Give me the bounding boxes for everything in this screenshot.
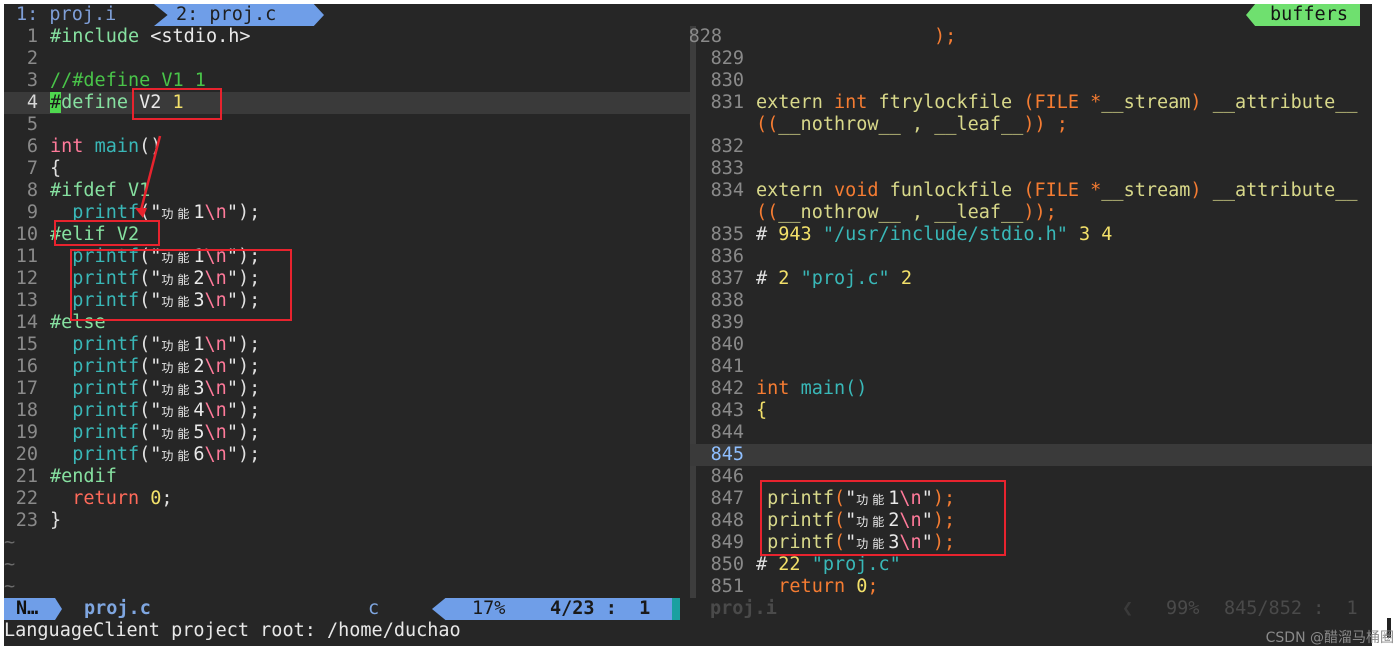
code-line: 15 printf("功能1\n"); xyxy=(15,334,261,355)
code-line: 834 extern void funlockfile (FILE *__stre… xyxy=(710,180,1358,201)
watermark: CSDN @醋溜马桶圈 xyxy=(1265,630,1394,646)
code-line: 837 # 2 "proj.c" 2 xyxy=(710,268,912,289)
code-line: 839 xyxy=(710,312,744,333)
code-line: 20 printf("功能6\n"); xyxy=(15,444,261,465)
code-line: 3//#define V1 1 xyxy=(26,70,206,91)
code-line: 831 extern int ftrylockfile (FILE *__stre… xyxy=(710,92,1358,113)
code-line: 828); xyxy=(690,26,957,47)
status-separator xyxy=(672,598,680,620)
code-line: 833 xyxy=(710,158,744,179)
status-line: N… proj.c c 17% 4/23 : 1 proj.i ❮ 99% 84… xyxy=(4,598,1372,620)
empty-line-marker: ~ xyxy=(4,554,16,575)
code-line: 844 xyxy=(710,422,744,443)
annotation-box-left-printf xyxy=(70,249,292,321)
tabline: 1: proj.i 2: proj.c buffers xyxy=(4,4,1372,26)
code-line: 830 xyxy=(710,70,744,91)
code-line: 18 printf("功能4\n"); xyxy=(15,400,261,421)
code-line: 841 xyxy=(710,356,744,377)
code-line-current: 4 #define V2 1 xyxy=(4,92,690,114)
chevron-left-icon: ❮ xyxy=(1122,598,1134,619)
code-line: 17 printf("功能3\n"); xyxy=(15,378,261,399)
code-line: 23} xyxy=(15,510,62,531)
code-line: 835 # 943 "/usr/include/stdio.h" 3 4 xyxy=(710,224,1113,245)
annotation-box-define-v2 xyxy=(132,88,222,120)
code-line: 850 # 22 "proj.c" xyxy=(710,554,901,575)
status-percent: 17% xyxy=(432,598,544,620)
code-line-wrap: ((__nothrow__ , __leaf__)); xyxy=(756,202,1057,223)
terminal-window: 1: proj.i 2: proj.c buffers 1 #include <s… xyxy=(4,4,1372,646)
buffers-label[interactable]: buffers xyxy=(1246,4,1360,26)
mode-indicator: N… xyxy=(4,598,62,620)
empty-line-marker: ~ xyxy=(4,576,16,597)
code-line: 842 int main() xyxy=(710,378,868,399)
status-position: 4/23 : 1 xyxy=(544,598,674,620)
status-filetype: c xyxy=(368,598,380,619)
code-line: 16 printf("功能2\n"); xyxy=(15,356,261,377)
code-line: 21 #endif xyxy=(15,466,117,487)
status-right-percent: 99% xyxy=(1166,598,1200,619)
tab-proj-i[interactable]: 1: proj.i xyxy=(4,4,152,26)
code-line: 2 xyxy=(26,48,38,69)
tab-proj-c[interactable]: 2: proj.c xyxy=(154,4,324,26)
status-right-filename: proj.i xyxy=(710,598,777,619)
code-line: 5 xyxy=(26,114,38,135)
annotation-box-right-printf xyxy=(760,480,1006,556)
status-filename: proj.c xyxy=(84,598,151,619)
code-line: 8 #ifdef V1 xyxy=(26,180,151,201)
code-line: 1 #include <stdio.h> xyxy=(26,26,251,47)
code-line-current: 845 xyxy=(690,444,1372,466)
code-line: 7{ xyxy=(26,158,62,179)
command-line[interactable]: LanguageClient project root: /home/ducha… xyxy=(4,620,1372,642)
code-line: 843{ xyxy=(710,400,768,421)
status-right-position: 845/852 : 1 xyxy=(1224,598,1358,619)
code-line-wrap: ((__nothrow__ , __leaf__)) ; xyxy=(756,114,1068,135)
code-line: 829 xyxy=(710,48,744,69)
code-line: 840 xyxy=(710,334,744,355)
empty-line-marker: ~ xyxy=(4,532,16,553)
code-line: 22 return 0; xyxy=(15,488,173,509)
code-line: 6 int main() xyxy=(26,136,162,157)
code-line: 838 xyxy=(710,290,744,311)
code-line: 836 xyxy=(710,246,744,267)
code-line: 19 printf("功能5\n"); xyxy=(15,422,261,443)
code-line: 832 xyxy=(710,136,744,157)
annotation-box-elif-v2 xyxy=(54,220,160,246)
code-line: 851 return 0; xyxy=(710,576,879,597)
